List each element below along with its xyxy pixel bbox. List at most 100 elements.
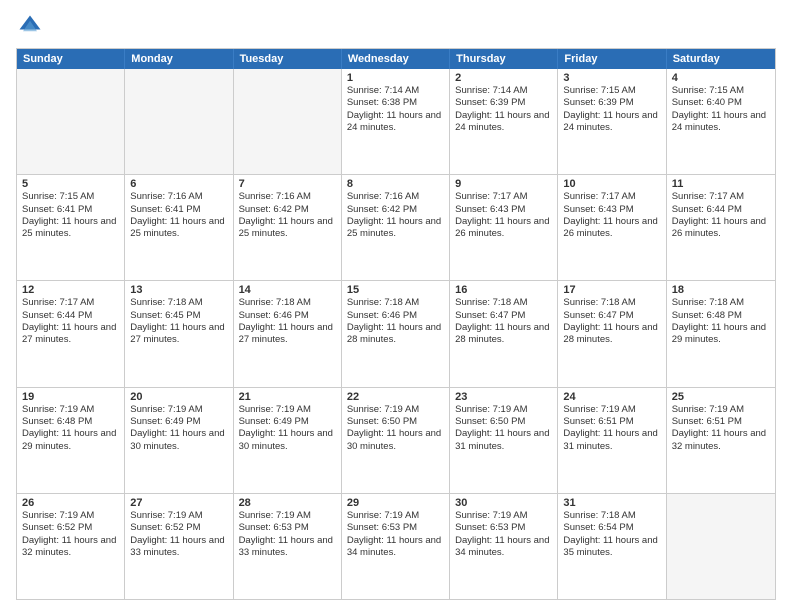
daylight-text: Daylight: 11 hours and 31 minutes. <box>455 428 552 453</box>
day-number: 9 <box>455 178 552 190</box>
sunrise-text: Sunrise: 7:17 AM <box>672 191 770 203</box>
sunrise-text: Sunrise: 7:16 AM <box>239 191 336 203</box>
daylight-text: Daylight: 11 hours and 25 minutes. <box>22 216 119 241</box>
sunset-text: Sunset: 6:52 PM <box>130 522 227 534</box>
day-number: 20 <box>130 391 227 403</box>
sunset-text: Sunset: 6:50 PM <box>347 416 444 428</box>
sunrise-text: Sunrise: 7:15 AM <box>672 85 770 97</box>
sunrise-text: Sunrise: 7:16 AM <box>130 191 227 203</box>
sunrise-text: Sunrise: 7:18 AM <box>239 297 336 309</box>
day-number: 24 <box>563 391 660 403</box>
sunrise-text: Sunrise: 7:14 AM <box>455 85 552 97</box>
calendar-body: 1Sunrise: 7:14 AMSunset: 6:38 PMDaylight… <box>17 69 775 599</box>
day-number: 15 <box>347 284 444 296</box>
calendar-cell: 2Sunrise: 7:14 AMSunset: 6:39 PMDaylight… <box>450 69 558 174</box>
day-number: 22 <box>347 391 444 403</box>
sunrise-text: Sunrise: 7:17 AM <box>563 191 660 203</box>
sunset-text: Sunset: 6:40 PM <box>672 97 770 109</box>
sunset-text: Sunset: 6:51 PM <box>563 416 660 428</box>
calendar-cell: 18Sunrise: 7:18 AMSunset: 6:48 PMDayligh… <box>667 281 775 386</box>
calendar-cell: 5Sunrise: 7:15 AMSunset: 6:41 PMDaylight… <box>17 175 125 280</box>
daylight-text: Daylight: 11 hours and 31 minutes. <box>563 428 660 453</box>
calendar-cell: 13Sunrise: 7:18 AMSunset: 6:45 PMDayligh… <box>125 281 233 386</box>
calendar-cell: 12Sunrise: 7:17 AMSunset: 6:44 PMDayligh… <box>17 281 125 386</box>
day-number: 1 <box>347 72 444 84</box>
sunrise-text: Sunrise: 7:19 AM <box>563 404 660 416</box>
calendar-cell: 31Sunrise: 7:18 AMSunset: 6:54 PMDayligh… <box>558 494 666 599</box>
day-number: 27 <box>130 497 227 509</box>
calendar-cell: 17Sunrise: 7:18 AMSunset: 6:47 PMDayligh… <box>558 281 666 386</box>
day-number: 21 <box>239 391 336 403</box>
calendar-cell <box>125 69 233 174</box>
daylight-text: Daylight: 11 hours and 28 minutes. <box>563 322 660 347</box>
daylight-text: Daylight: 11 hours and 26 minutes. <box>563 216 660 241</box>
sunset-text: Sunset: 6:42 PM <box>239 204 336 216</box>
sunrise-text: Sunrise: 7:14 AM <box>347 85 444 97</box>
sunrise-text: Sunrise: 7:18 AM <box>130 297 227 309</box>
daylight-text: Daylight: 11 hours and 24 minutes. <box>347 110 444 135</box>
sunset-text: Sunset: 6:43 PM <box>563 204 660 216</box>
daylight-text: Daylight: 11 hours and 32 minutes. <box>22 535 119 560</box>
sunset-text: Sunset: 6:41 PM <box>22 204 119 216</box>
daylight-text: Daylight: 11 hours and 30 minutes. <box>347 428 444 453</box>
day-number: 7 <box>239 178 336 190</box>
calendar-cell: 1Sunrise: 7:14 AMSunset: 6:38 PMDaylight… <box>342 69 450 174</box>
day-of-week-sunday: Sunday <box>17 49 125 69</box>
sunrise-text: Sunrise: 7:19 AM <box>455 404 552 416</box>
sunset-text: Sunset: 6:46 PM <box>347 310 444 322</box>
day-number: 19 <box>22 391 119 403</box>
daylight-text: Daylight: 11 hours and 33 minutes. <box>239 535 336 560</box>
daylight-text: Daylight: 11 hours and 29 minutes. <box>22 428 119 453</box>
daylight-text: Daylight: 11 hours and 27 minutes. <box>22 322 119 347</box>
day-number: 6 <box>130 178 227 190</box>
calendar-cell: 7Sunrise: 7:16 AMSunset: 6:42 PMDaylight… <box>234 175 342 280</box>
sunrise-text: Sunrise: 7:19 AM <box>22 510 119 522</box>
day-number: 31 <box>563 497 660 509</box>
day-of-week-wednesday: Wednesday <box>342 49 450 69</box>
sunrise-text: Sunrise: 7:15 AM <box>563 85 660 97</box>
daylight-text: Daylight: 11 hours and 24 minutes. <box>672 110 770 135</box>
day-number: 18 <box>672 284 770 296</box>
sunset-text: Sunset: 6:50 PM <box>455 416 552 428</box>
sunrise-text: Sunrise: 7:19 AM <box>239 510 336 522</box>
calendar-cell: 21Sunrise: 7:19 AMSunset: 6:49 PMDayligh… <box>234 388 342 493</box>
sunset-text: Sunset: 6:52 PM <box>22 522 119 534</box>
sunrise-text: Sunrise: 7:19 AM <box>22 404 119 416</box>
calendar-cell <box>17 69 125 174</box>
calendar-cell: 9Sunrise: 7:17 AMSunset: 6:43 PMDaylight… <box>450 175 558 280</box>
daylight-text: Daylight: 11 hours and 30 minutes. <box>239 428 336 453</box>
sunset-text: Sunset: 6:44 PM <box>22 310 119 322</box>
sunrise-text: Sunrise: 7:18 AM <box>347 297 444 309</box>
day-number: 12 <box>22 284 119 296</box>
day-number: 26 <box>22 497 119 509</box>
day-number: 25 <box>672 391 770 403</box>
calendar-cell: 10Sunrise: 7:17 AMSunset: 6:43 PMDayligh… <box>558 175 666 280</box>
calendar-cell: 15Sunrise: 7:18 AMSunset: 6:46 PMDayligh… <box>342 281 450 386</box>
sunset-text: Sunset: 6:47 PM <box>455 310 552 322</box>
sunrise-text: Sunrise: 7:17 AM <box>22 297 119 309</box>
header <box>16 12 776 40</box>
daylight-text: Daylight: 11 hours and 33 minutes. <box>130 535 227 560</box>
day-number: 17 <box>563 284 660 296</box>
sunrise-text: Sunrise: 7:18 AM <box>455 297 552 309</box>
calendar-cell: 22Sunrise: 7:19 AMSunset: 6:50 PMDayligh… <box>342 388 450 493</box>
sunrise-text: Sunrise: 7:19 AM <box>672 404 770 416</box>
day-number: 10 <box>563 178 660 190</box>
day-number: 23 <box>455 391 552 403</box>
calendar-cell: 19Sunrise: 7:19 AMSunset: 6:48 PMDayligh… <box>17 388 125 493</box>
sunset-text: Sunset: 6:43 PM <box>455 204 552 216</box>
sunrise-text: Sunrise: 7:19 AM <box>347 404 444 416</box>
calendar-cell: 8Sunrise: 7:16 AMSunset: 6:42 PMDaylight… <box>342 175 450 280</box>
day-number: 14 <box>239 284 336 296</box>
calendar-cell: 23Sunrise: 7:19 AMSunset: 6:50 PMDayligh… <box>450 388 558 493</box>
sunset-text: Sunset: 6:51 PM <box>672 416 770 428</box>
sunrise-text: Sunrise: 7:19 AM <box>130 510 227 522</box>
day-number: 3 <box>563 72 660 84</box>
calendar-cell: 6Sunrise: 7:16 AMSunset: 6:41 PMDaylight… <box>125 175 233 280</box>
sunset-text: Sunset: 6:38 PM <box>347 97 444 109</box>
daylight-text: Daylight: 11 hours and 25 minutes. <box>239 216 336 241</box>
sunset-text: Sunset: 6:47 PM <box>563 310 660 322</box>
daylight-text: Daylight: 11 hours and 25 minutes. <box>347 216 444 241</box>
daylight-text: Daylight: 11 hours and 30 minutes. <box>130 428 227 453</box>
daylight-text: Daylight: 11 hours and 25 minutes. <box>130 216 227 241</box>
